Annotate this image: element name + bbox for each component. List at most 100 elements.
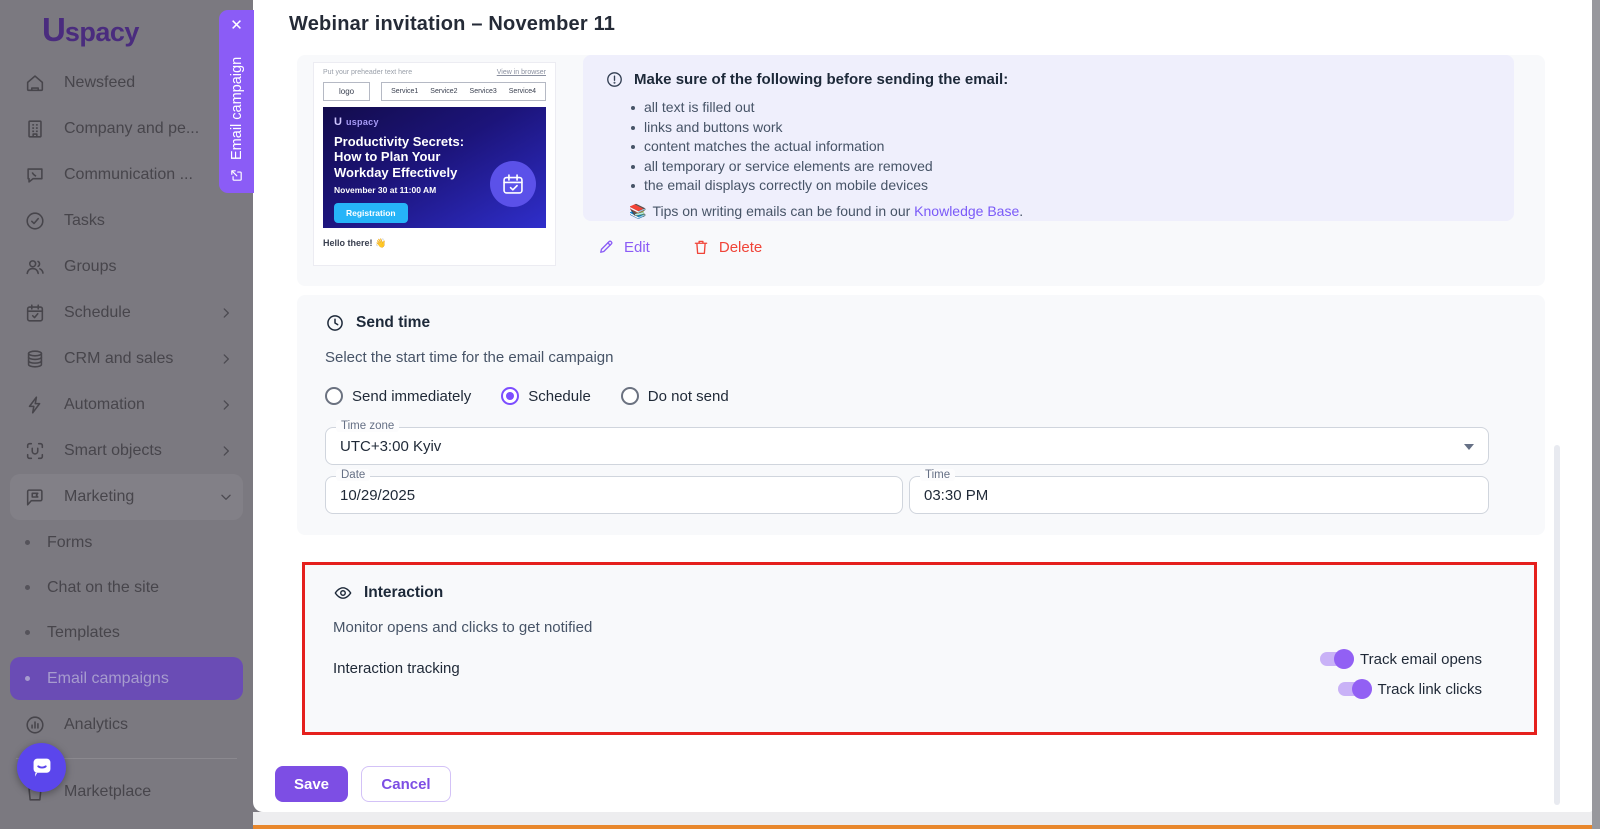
edit-button[interactable]: Edit xyxy=(597,238,650,256)
interaction-tracking-label: Interaction tracking xyxy=(333,660,460,677)
email-campaign-tab[interactable]: ✕ Email campaign xyxy=(219,10,254,193)
email-campaign-tab-label: Email campaign xyxy=(229,39,245,183)
alert-circle-icon xyxy=(605,70,624,89)
clock-icon xyxy=(325,313,345,333)
task-check-icon xyxy=(23,209,47,233)
sidebar-item-company[interactable]: Company and pe... xyxy=(0,106,253,152)
timezone-select[interactable]: Time zone UTC+3:00 Kyiv xyxy=(325,420,1489,465)
chevron-right-icon xyxy=(219,398,233,412)
sidebar-subitem-label: Forms xyxy=(47,533,93,551)
sidebar-item-automation[interactable]: Automation xyxy=(0,382,253,428)
sidebar-item-groups[interactable]: Groups xyxy=(0,244,253,290)
send-time-title-row: Send time xyxy=(325,313,430,333)
checklist-title: Make sure of the following before sendin… xyxy=(634,71,1009,88)
sidebar-item-label: Automation xyxy=(64,396,145,413)
send-options: Send immediately Schedule Do not send xyxy=(325,387,729,405)
checklist-item: links and buttons work xyxy=(631,118,1492,138)
orange-bottom-bar xyxy=(253,825,1600,829)
interaction-section-highlighted: Interaction Monitor opens and clicks to … xyxy=(302,562,1537,735)
modal-scrollbar-thumb[interactable] xyxy=(1554,445,1560,805)
cancel-button[interactable]: Cancel xyxy=(361,766,451,802)
delete-button[interactable]: Delete xyxy=(692,238,762,256)
home-icon xyxy=(23,71,47,95)
marketing-icon xyxy=(23,485,47,509)
chevron-down-icon xyxy=(219,490,233,504)
sidebar-item-label: Groups xyxy=(64,258,117,275)
sidebar-item-newsfeed[interactable]: Newsfeed xyxy=(0,60,253,106)
bullet-icon xyxy=(25,585,30,590)
uspacy-wordmark: uspacy xyxy=(345,117,379,127)
uspacy-logo-mark: U xyxy=(42,11,66,48)
checklist-title-row: Make sure of the following before sendin… xyxy=(605,70,1492,89)
sidebar-item-label: Marketplace xyxy=(64,783,152,800)
sidebar-item-label: Schedule xyxy=(64,304,131,321)
timezone-value: UTC+3:00 Kyiv xyxy=(340,437,442,455)
checklist-item: all text is filled out xyxy=(631,98,1492,118)
date-input[interactable]: Date 10/29/2025 xyxy=(325,469,903,514)
service-link: Service4 xyxy=(508,88,536,95)
trash-icon xyxy=(694,240,708,255)
sidebar-item-label: Newsfeed xyxy=(64,74,136,91)
send-time-section: Send time Select the start time for the … xyxy=(297,295,1545,535)
chat-launcher-button[interactable] xyxy=(17,743,66,792)
sidebar-subitem-templates[interactable]: Templates xyxy=(0,610,253,655)
calendar-icon xyxy=(23,301,47,325)
sidebar-item-smart-objects[interactable]: Smart objects xyxy=(0,428,253,474)
sidebar: Uspacy Newsfeed Company and pe... Commun… xyxy=(0,0,253,829)
time-value: 03:30 PM xyxy=(924,486,989,504)
sidebar-subitem-email-campaigns[interactable]: Email campaigns xyxy=(10,657,243,700)
email-preview-card[interactable]: Put your preheader text here View in bro… xyxy=(313,62,556,266)
calendar-badge-icon xyxy=(490,161,536,207)
email-greeting: Hello there! 👋 xyxy=(323,238,387,248)
toggle-on-icon[interactable] xyxy=(1337,679,1372,699)
toggle-on-icon[interactable] xyxy=(1320,649,1354,669)
toggle-track-link-clicks: Track link clicks xyxy=(1337,679,1482,699)
sidebar-item-label: Communication ... xyxy=(64,166,193,183)
sidebar-item-marketing[interactable]: Marketing xyxy=(10,474,243,520)
page-title: Webinar invitation – November 11 xyxy=(289,13,616,35)
sidebar-item-crm[interactable]: CRM and sales xyxy=(0,336,253,382)
sidebar-subitem-forms[interactable]: Forms xyxy=(0,520,253,565)
sidebar-item-schedule[interactable]: Schedule xyxy=(0,290,253,336)
close-icon[interactable]: ✕ xyxy=(230,18,243,33)
sidebar-item-communication[interactable]: Communication ... xyxy=(0,152,253,198)
sidebar-item-analytics[interactable]: Analytics xyxy=(0,702,253,748)
service-links: Service1 Service2 Service3 Service4 xyxy=(381,82,546,101)
sidebar-item-label: Marketing xyxy=(64,488,135,505)
app-root: Uspacy Newsfeed Company and pe... Commun… xyxy=(0,0,1600,829)
checklist-item: all temporary or service elements are re… xyxy=(631,157,1492,177)
radio-do-not-send[interactable]: Do not send xyxy=(620,387,729,405)
chat-bubble-icon xyxy=(33,758,50,777)
radio-icon xyxy=(620,387,639,405)
uspacy-logo-text: spacy xyxy=(64,17,140,47)
radio-schedule[interactable]: Schedule xyxy=(501,387,591,405)
uspacy-mark: U xyxy=(334,116,342,128)
service-link: Service3 xyxy=(469,88,497,95)
registration-button[interactable]: Registration xyxy=(334,202,408,223)
bullet-icon xyxy=(25,676,30,681)
analytics-icon xyxy=(23,713,47,737)
interaction-title-row: Interaction xyxy=(333,583,443,603)
sidebar-item-tasks[interactable]: Tasks xyxy=(0,198,253,244)
interaction-subtitle: Monitor opens and clicks to get notified xyxy=(333,619,593,636)
toggle-track-email-opens: Track email opens xyxy=(1320,649,1482,669)
radio-send-immediately[interactable]: Send immediately xyxy=(325,387,471,405)
sidebar-subitem-chat-on-site[interactable]: Chat on the site xyxy=(0,565,253,610)
knowledge-base-link[interactable]: Knowledge Base xyxy=(914,203,1019,219)
sidebar-item-label: Tasks xyxy=(64,212,105,229)
sidebar-item-label: CRM and sales xyxy=(64,350,174,367)
preheader-text: Put your preheader text here xyxy=(323,69,413,76)
interaction-title: Interaction xyxy=(364,584,444,601)
save-button[interactable]: Save xyxy=(275,766,348,802)
browser-scrollbar[interactable] xyxy=(1592,0,1600,829)
chat-icon xyxy=(23,163,47,187)
view-in-browser-link[interactable]: View in browser xyxy=(497,69,546,76)
webinar-banner: U uspacy Productivity Secrets: How to Pl… xyxy=(323,107,546,228)
database-icon xyxy=(23,347,47,371)
bolt-icon xyxy=(23,393,47,417)
chevron-right-icon xyxy=(219,306,233,320)
time-input[interactable]: Time 03:30 PM xyxy=(909,469,1489,514)
building-icon xyxy=(23,117,47,141)
caret-down-icon xyxy=(1464,444,1474,450)
bullet-icon xyxy=(25,540,30,545)
